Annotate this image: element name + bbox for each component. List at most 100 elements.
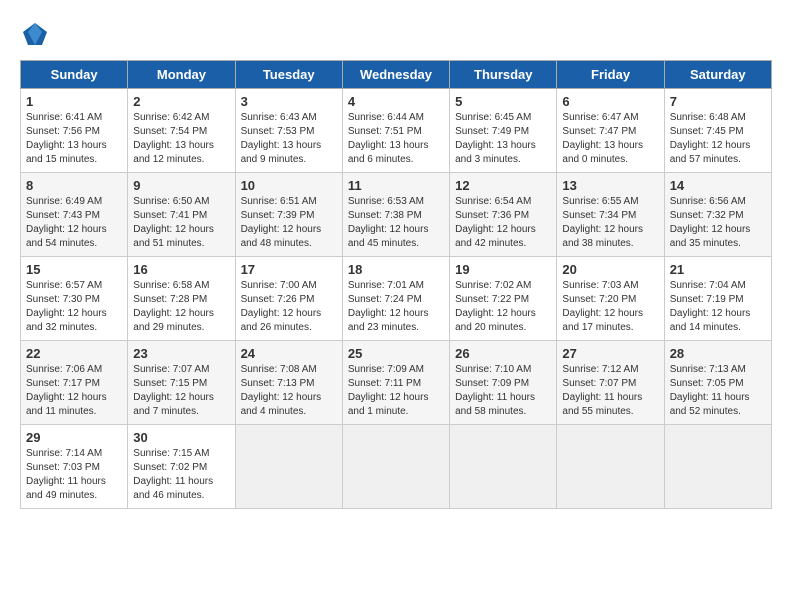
day-number: 19: [455, 262, 551, 277]
calendar-cell: [235, 425, 342, 509]
calendar-cell: 1 Sunrise: 6:41 AM Sunset: 7:56 PM Daylig…: [21, 89, 128, 173]
day-info: Sunrise: 7:07 AM Sunset: 7:15 PM Dayligh…: [133, 363, 229, 419]
calendar-cell: 16 Sunrise: 6:58 AM Sunset: 7:28 PM Dayli…: [128, 257, 235, 341]
calendar-cell: 20 Sunrise: 7:03 AM Sunset: 7:20 PM Dayli…: [557, 257, 664, 341]
day-number: 8: [26, 178, 122, 193]
calendar-cell: 9Sunrise: 6:50 AM Sunset: 7:41 PM Daylig…: [128, 173, 235, 257]
calendar-cell: 2 Sunrise: 6:42 AM Sunset: 7:54 PM Daylig…: [128, 89, 235, 173]
day-info: Sunrise: 6:51 AM Sunset: 7:39 PM Dayligh…: [241, 195, 337, 251]
day-info: Sunrise: 7:06 AM Sunset: 7:17 PM Dayligh…: [26, 363, 122, 419]
day-header-wednesday: Wednesday: [342, 61, 449, 89]
day-number: 10: [241, 178, 337, 193]
calendar-cell: 10 Sunrise: 6:51 AM Sunset: 7:39 PM Dayli…: [235, 173, 342, 257]
day-number: 29: [26, 430, 122, 445]
calendar-week-row: 22 Sunrise: 7:06 AM Sunset: 7:17 PM Dayli…: [21, 341, 772, 425]
day-info: Sunrise: 6:43 AM Sunset: 7:53 PM Dayligh…: [241, 111, 337, 167]
day-info: Sunrise: 7:03 AM Sunset: 7:20 PM Dayligh…: [562, 279, 658, 335]
day-number: 13: [562, 178, 658, 193]
day-info: Sunrise: 6:57 AM Sunset: 7:30 PM Dayligh…: [26, 279, 122, 335]
day-number: 17: [241, 262, 337, 277]
day-info: Sunrise: 7:10 AM Sunset: 7:09 PM Dayligh…: [455, 363, 551, 419]
calendar-cell: 12Sunrise: 6:54 AM Sunset: 7:36 PM Dayli…: [450, 173, 557, 257]
day-number: 3: [241, 94, 337, 109]
calendar-header-row: SundayMondayTuesdayWednesdayThursdayFrid…: [21, 61, 772, 89]
day-info: Sunrise: 6:58 AM Sunset: 7:28 PM Dayligh…: [133, 279, 229, 335]
calendar-cell: 25 Sunrise: 7:09 AM Sunset: 7:11 PM Dayli…: [342, 341, 449, 425]
day-number: 7: [670, 94, 766, 109]
day-header-monday: Monday: [128, 61, 235, 89]
day-number: 16: [133, 262, 229, 277]
day-header-tuesday: Tuesday: [235, 61, 342, 89]
calendar-cell: 6Sunrise: 6:47 AM Sunset: 7:47 PM Daylig…: [557, 89, 664, 173]
day-info: Sunrise: 7:13 AM Sunset: 7:05 PM Dayligh…: [670, 363, 766, 419]
calendar-cell: 5 Sunrise: 6:45 AM Sunset: 7:49 PM Daylig…: [450, 89, 557, 173]
calendar-cell: 29 Sunrise: 7:14 AM Sunset: 7:03 PM Dayli…: [21, 425, 128, 509]
day-number: 15: [26, 262, 122, 277]
day-info: Sunrise: 7:14 AM Sunset: 7:03 PM Dayligh…: [26, 447, 122, 503]
day-info: Sunrise: 7:00 AM Sunset: 7:26 PM Dayligh…: [241, 279, 337, 335]
day-info: Sunrise: 6:47 AM Sunset: 7:47 PM Dayligh…: [562, 111, 658, 167]
day-number: 26: [455, 346, 551, 361]
day-number: 5: [455, 94, 551, 109]
calendar-cell: 4 Sunrise: 6:44 AM Sunset: 7:51 PM Daylig…: [342, 89, 449, 173]
day-number: 14: [670, 178, 766, 193]
calendar-cell: 19 Sunrise: 7:02 AM Sunset: 7:22 PM Dayli…: [450, 257, 557, 341]
day-info: Sunrise: 6:49 AM Sunset: 7:43 PM Dayligh…: [26, 195, 122, 251]
logo-icon: [20, 20, 50, 50]
day-number: 25: [348, 346, 444, 361]
day-number: 23: [133, 346, 229, 361]
day-number: 24: [241, 346, 337, 361]
day-number: 21: [670, 262, 766, 277]
calendar-cell: 18 Sunrise: 7:01 AM Sunset: 7:24 PM Dayli…: [342, 257, 449, 341]
day-info: Sunrise: 7:02 AM Sunset: 7:22 PM Dayligh…: [455, 279, 551, 335]
calendar-cell: 8 Sunrise: 6:49 AM Sunset: 7:43 PM Daylig…: [21, 173, 128, 257]
day-info: Sunrise: 6:42 AM Sunset: 7:54 PM Dayligh…: [133, 111, 229, 167]
calendar-cell: 17 Sunrise: 7:00 AM Sunset: 7:26 PM Dayli…: [235, 257, 342, 341]
day-number: 2: [133, 94, 229, 109]
day-info: Sunrise: 7:15 AM Sunset: 7:02 PM Dayligh…: [133, 447, 229, 503]
calendar-cell: 22 Sunrise: 7:06 AM Sunset: 7:17 PM Dayli…: [21, 341, 128, 425]
day-number: 1: [26, 94, 122, 109]
day-info: Sunrise: 6:44 AM Sunset: 7:51 PM Dayligh…: [348, 111, 444, 167]
calendar-week-row: 29 Sunrise: 7:14 AM Sunset: 7:03 PM Dayli…: [21, 425, 772, 509]
calendar-cell: [450, 425, 557, 509]
day-number: 4: [348, 94, 444, 109]
calendar-cell: 28Sunrise: 7:13 AM Sunset: 7:05 PM Dayli…: [664, 341, 771, 425]
day-info: Sunrise: 7:01 AM Sunset: 7:24 PM Dayligh…: [348, 279, 444, 335]
logo: [20, 20, 52, 50]
calendar-week-row: 1 Sunrise: 6:41 AM Sunset: 7:56 PM Daylig…: [21, 89, 772, 173]
calendar-cell: 26 Sunrise: 7:10 AM Sunset: 7:09 PM Dayli…: [450, 341, 557, 425]
calendar-cell: 24Sunrise: 7:08 AM Sunset: 7:13 PM Dayli…: [235, 341, 342, 425]
day-number: 20: [562, 262, 658, 277]
calendar-cell: 15 Sunrise: 6:57 AM Sunset: 7:30 PM Dayli…: [21, 257, 128, 341]
day-number: 18: [348, 262, 444, 277]
calendar-cell: 7 Sunrise: 6:48 AM Sunset: 7:45 PM Daylig…: [664, 89, 771, 173]
calendar-cell: 11Sunrise: 6:53 AM Sunset: 7:38 PM Dayli…: [342, 173, 449, 257]
calendar-cell: [557, 425, 664, 509]
day-info: Sunrise: 6:55 AM Sunset: 7:34 PM Dayligh…: [562, 195, 658, 251]
day-number: 22: [26, 346, 122, 361]
day-header-saturday: Saturday: [664, 61, 771, 89]
day-info: Sunrise: 6:48 AM Sunset: 7:45 PM Dayligh…: [670, 111, 766, 167]
day-info: Sunrise: 6:41 AM Sunset: 7:56 PM Dayligh…: [26, 111, 122, 167]
calendar-cell: 13 Sunrise: 6:55 AM Sunset: 7:34 PM Dayli…: [557, 173, 664, 257]
page-header: [20, 20, 772, 50]
calendar-cell: 14 Sunrise: 6:56 AM Sunset: 7:32 PM Dayli…: [664, 173, 771, 257]
day-header-friday: Friday: [557, 61, 664, 89]
day-number: 30: [133, 430, 229, 445]
calendar-cell: 21 Sunrise: 7:04 AM Sunset: 7:19 PM Dayli…: [664, 257, 771, 341]
day-info: Sunrise: 6:54 AM Sunset: 7:36 PM Dayligh…: [455, 195, 551, 251]
day-info: Sunrise: 7:09 AM Sunset: 7:11 PM Dayligh…: [348, 363, 444, 419]
day-info: Sunrise: 7:04 AM Sunset: 7:19 PM Dayligh…: [670, 279, 766, 335]
calendar-cell: [342, 425, 449, 509]
day-number: 27: [562, 346, 658, 361]
calendar-cell: 27 Sunrise: 7:12 AM Sunset: 7:07 PM Dayli…: [557, 341, 664, 425]
day-header-sunday: Sunday: [21, 61, 128, 89]
day-info: Sunrise: 7:12 AM Sunset: 7:07 PM Dayligh…: [562, 363, 658, 419]
day-header-thursday: Thursday: [450, 61, 557, 89]
day-info: Sunrise: 6:45 AM Sunset: 7:49 PM Dayligh…: [455, 111, 551, 167]
day-info: Sunrise: 6:56 AM Sunset: 7:32 PM Dayligh…: [670, 195, 766, 251]
day-number: 11: [348, 178, 444, 193]
day-number: 9: [133, 178, 229, 193]
calendar-cell: 3 Sunrise: 6:43 AM Sunset: 7:53 PM Daylig…: [235, 89, 342, 173]
